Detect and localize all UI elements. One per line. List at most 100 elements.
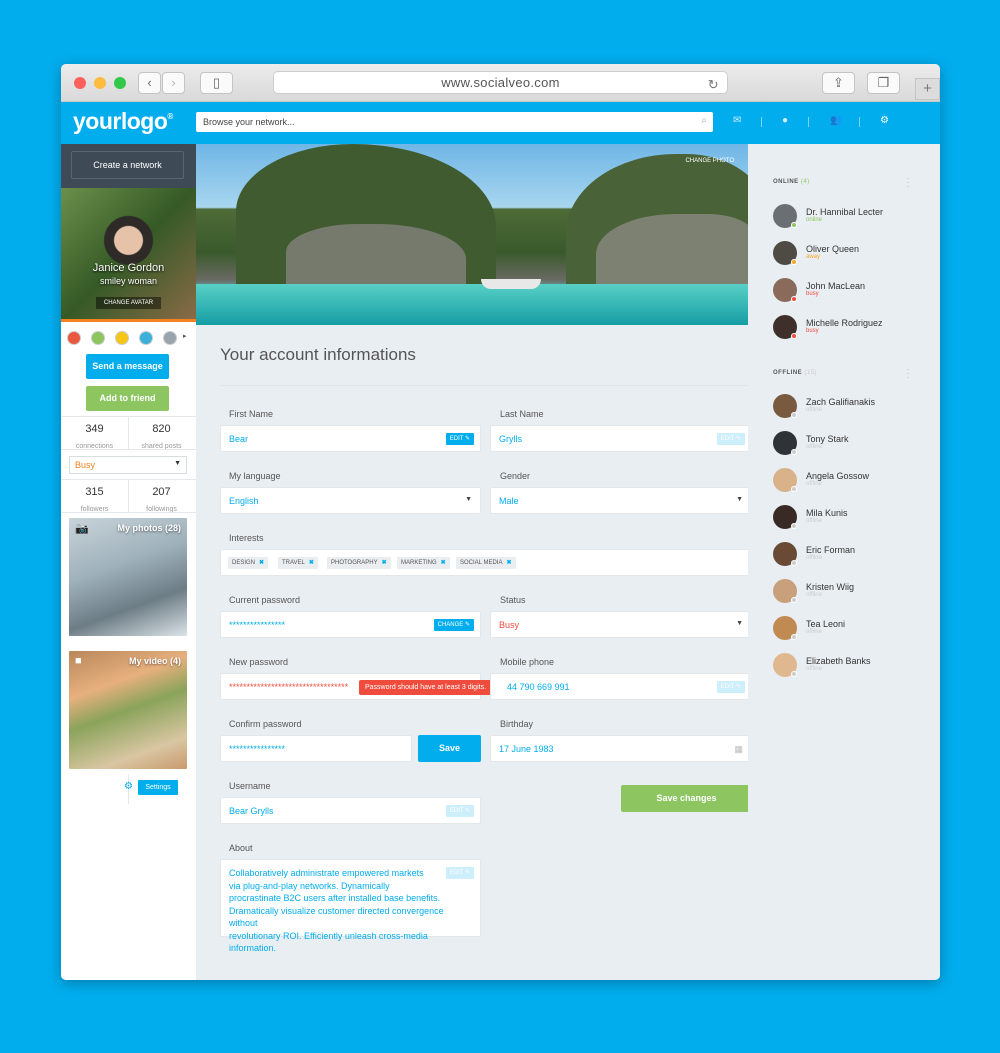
address-bar[interactable]: www.socialveo.com ↻ — [273, 71, 728, 94]
contact-item[interactable]: Angela Gossow offline — [773, 468, 933, 494]
chat-icon[interactable]: ● — [782, 115, 788, 126]
contact-status: offline — [806, 555, 822, 561]
more-options-icon[interactable]: · · · — [906, 365, 910, 382]
reload-icon[interactable]: ↻ — [708, 74, 719, 96]
last-name-field[interactable]: Grylls EDIT ✎ — [490, 425, 752, 452]
birthday-field[interactable]: 17 June 1983 ▦ — [490, 735, 752, 762]
sidebar-toggle-icon[interactable]: ▯ — [200, 72, 233, 94]
password-error-tooltip: Password should have at least 3 digits. — [359, 680, 493, 695]
change-avatar-button[interactable]: CHANGE AVATAR — [96, 297, 161, 309]
mobile-field[interactable]: 44 790 669 991 EDIT ✎ — [490, 673, 752, 700]
gender-select[interactable]: Male ▼ — [490, 487, 752, 514]
settings-button[interactable]: Settings — [138, 780, 178, 795]
contact-item[interactable]: Mila Kunis offline — [773, 505, 933, 531]
contact-status: offline — [806, 629, 822, 635]
edit-button[interactable]: EDIT ✎ — [445, 433, 474, 445]
change-photo-button[interactable]: CHANGE PHOTO — [685, 158, 734, 164]
mail-icon[interactable]: ✉ — [733, 115, 741, 126]
photos-card[interactable]: 📷 My photos (28) — [69, 518, 187, 636]
badge-icon[interactable] — [115, 331, 129, 345]
gear-icon[interactable]: ⚙ — [880, 115, 889, 126]
contact-item[interactable]: Kristen Wiig offline — [773, 579, 933, 605]
tag-label: TRAVEL — [282, 560, 305, 566]
divider — [220, 385, 750, 386]
offline-header: OFFLINE (15) — [773, 370, 817, 376]
remove-tag-icon[interactable]: ✖ — [259, 560, 264, 566]
remove-tag-icon[interactable]: ✖ — [441, 560, 446, 566]
status-select[interactable]: Busy ▼ — [490, 611, 752, 638]
contact-item[interactable]: Michelle Rodriguez busy — [773, 315, 933, 341]
current-password-label: Current password — [229, 595, 301, 605]
contact-item[interactable]: Tony Stark offline — [773, 431, 933, 457]
new-tab-button[interactable]: + — [915, 78, 940, 100]
contact-item[interactable]: Oliver Queen away — [773, 241, 933, 267]
remove-tag-icon[interactable]: ✖ — [382, 560, 387, 566]
badges-next-icon[interactable]: ▸ — [183, 332, 187, 340]
chevron-down-icon: ▼ — [465, 496, 472, 503]
browser-toolbar: ‹ › ▯ www.socialveo.com ↻ ⇪ ❐ — [61, 64, 940, 102]
contact-item[interactable]: Elizabeth Banks offline — [773, 653, 933, 679]
more-options-icon[interactable]: · · · — [906, 174, 910, 191]
badge-icon[interactable] — [67, 331, 81, 345]
edit-button[interactable]: EDIT ✎ — [716, 681, 745, 693]
forward-button[interactable]: › — [162, 72, 185, 94]
status-dot — [791, 449, 797, 455]
chevron-down-icon: ▼ — [736, 620, 743, 627]
badge-icon[interactable] — [139, 331, 153, 345]
change-label: CHANGE — [437, 622, 464, 628]
create-network-button[interactable]: Create a network — [71, 151, 184, 179]
contact-item[interactable]: Dr. Hannibal Lecter online — [773, 204, 933, 230]
confirm-password-field[interactable]: **************** — [220, 735, 412, 762]
contact-item[interactable]: Zach Galifianakis offline — [773, 394, 933, 420]
save-password-button[interactable]: Save — [418, 735, 481, 762]
add-friend-button[interactable]: Add to friend — [86, 386, 169, 411]
contact-item[interactable]: Eric Forman offline — [773, 542, 933, 568]
interests-field[interactable]: DESIGN ✖ TRAVEL ✖ PHOTOGRAPHY ✖ MARKETING ✖ … — [220, 549, 752, 576]
edit-button[interactable]: EDIT ✎ — [716, 433, 745, 445]
search-input[interactable]: Browse your network... ⌕ — [196, 112, 713, 132]
browser-window: ‹ › ▯ www.socialveo.com ↻ ⇪ ❐ yourlogo® B… — [61, 64, 940, 980]
new-password-label: New password — [229, 657, 289, 667]
send-message-button[interactable]: Send a message — [86, 354, 169, 379]
maximize-window-button[interactable] — [114, 77, 126, 89]
online-count: (4) — [800, 179, 810, 185]
language-select[interactable]: English ▼ — [220, 487, 481, 514]
contact-item[interactable]: John MacLean busy — [773, 278, 933, 304]
badge-icon[interactable] — [163, 331, 177, 345]
save-changes-button[interactable]: Save changes — [621, 785, 752, 812]
contact-status: busy — [806, 291, 819, 297]
current-password-field[interactable]: **************** CHANGE ✎ — [220, 611, 481, 638]
left-sidebar: Create a network Janice Gordon smiley wo… — [61, 144, 196, 980]
friends-icon[interactable]: 👥 — [830, 115, 842, 126]
edit-label: EDIT — [720, 436, 735, 442]
first-name-field[interactable]: Bear EDIT ✎ — [220, 425, 481, 452]
gear-icon[interactable]: ⚙ — [124, 781, 133, 792]
about-field[interactable]: EDIT ✎ Collaboratively administrate empo… — [220, 859, 481, 953]
page-title: Your account informations — [220, 345, 416, 364]
close-window-button[interactable] — [74, 77, 86, 89]
calendar-icon[interactable]: ▦ — [734, 744, 743, 755]
username-field[interactable]: Bear Grylls EDIT ✎ — [220, 797, 481, 824]
remove-tag-icon[interactable]: ✖ — [309, 560, 314, 566]
status-select[interactable]: Busy ▼ — [69, 456, 187, 474]
logo[interactable]: yourlogo® — [73, 108, 173, 135]
badge-icon[interactable] — [91, 331, 105, 345]
remove-tag-icon[interactable]: ✖ — [506, 560, 511, 566]
about-line: procrastinate B2C users after installed … — [229, 893, 441, 903]
back-button[interactable]: ‹ — [138, 72, 161, 94]
tabs-icon[interactable]: ❐ — [867, 72, 900, 94]
contact-item[interactable]: Tea Leoni offline — [773, 616, 933, 642]
tag-label: MARKETING — [401, 560, 437, 566]
edit-button[interactable]: EDIT ✎ — [445, 867, 474, 879]
stat-value: 315 — [85, 486, 104, 498]
interest-tag: TRAVEL ✖ — [278, 557, 318, 569]
contact-status: offline — [806, 481, 822, 487]
last-name-value: Grylls — [499, 434, 522, 444]
contact-status: online — [806, 217, 823, 223]
share-icon[interactable]: ⇪ — [822, 72, 855, 94]
videos-card[interactable]: ■ My video (4) — [69, 651, 187, 769]
change-password-button[interactable]: CHANGE ✎ — [433, 619, 474, 631]
edit-button[interactable]: EDIT ✎ — [445, 805, 474, 817]
minimize-window-button[interactable] — [94, 77, 106, 89]
first-name-label: First Name — [229, 409, 274, 419]
